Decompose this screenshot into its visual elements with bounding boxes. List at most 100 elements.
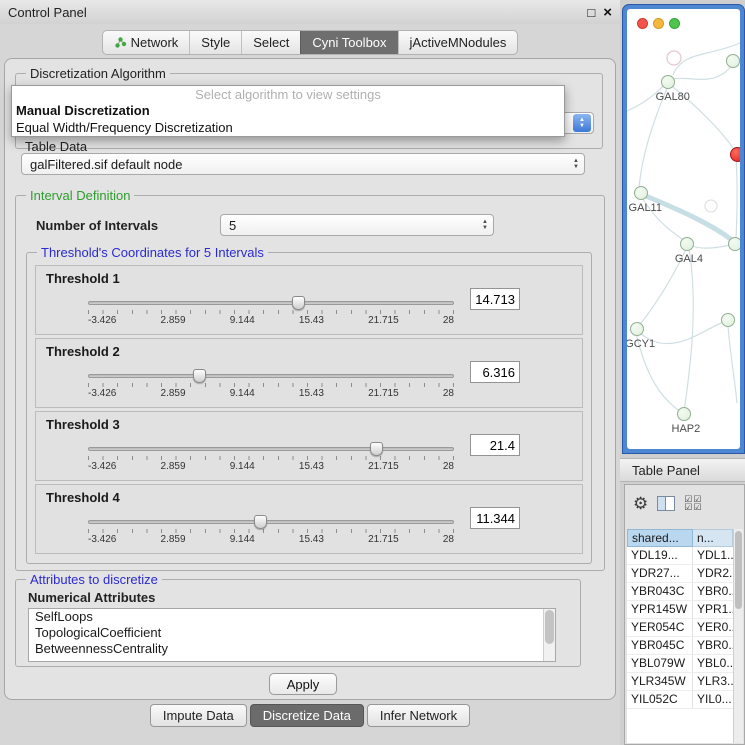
tab-cyni-toolbox[interactable]: Cyni Toolbox	[300, 31, 397, 54]
slider-scale: -3.4262.8599.14415.4321.71528	[88, 461, 454, 472]
table-header-row: shared... n...	[627, 529, 733, 547]
numerical-attributes-list[interactable]: SelfLoops TopologicalCoefficient Between…	[28, 608, 556, 662]
combo-stepper-icon[interactable]: ▲ ▼	[573, 114, 591, 132]
table-row[interactable]: YDL19...YDL1...	[627, 547, 733, 565]
group-title: Discretization Algorithm	[26, 66, 170, 81]
table-scrollbar[interactable]	[733, 529, 743, 743]
slider-ticks	[88, 383, 454, 387]
table-row[interactable]: YLR345WYLR3...	[627, 673, 733, 691]
column-header-name[interactable]: n...	[693, 529, 733, 547]
table-row[interactable]: YBL079WYBL0...	[627, 655, 733, 673]
close-panel-icon[interactable]: ×	[603, 4, 612, 21]
slider-thumb[interactable]	[370, 442, 383, 456]
number-of-intervals-combo[interactable]: 5 ▲ ▼	[220, 214, 494, 236]
threshold-3-slider[interactable]	[88, 447, 454, 451]
tab-impute-data[interactable]: Impute Data	[150, 704, 247, 727]
network-node[interactable]	[677, 407, 691, 421]
table-panel-title: Table Panel	[632, 463, 700, 478]
tab-select[interactable]: Select	[241, 31, 300, 54]
interval-definition-group: Interval Definition Number of Intervals …	[15, 195, 605, 571]
group-title: Attributes to discretize	[26, 572, 162, 587]
threshold-2-panel: Threshold 2 -3.4262.8599.14415.4321.7152…	[35, 338, 583, 408]
column-header-shared-name[interactable]: shared...	[627, 529, 693, 547]
attributes-to-discretize-group: Attributes to discretize Numerical Attri…	[15, 579, 581, 667]
window-traffic-lights	[637, 18, 680, 29]
thresholds-group: Threshold's Coordinates for 5 Intervals …	[26, 252, 592, 564]
dropdown-option-equal-width-frequency[interactable]: Equal Width/Frequency Discretization	[12, 119, 564, 136]
threshold-4-panel: Threshold 4 -3.4262.8599.14415.4321.7152…	[35, 484, 583, 554]
threshold-4-slider[interactable]	[88, 520, 454, 524]
threshold-label: Threshold 2	[46, 344, 120, 359]
threshold-1-value-field[interactable]	[470, 288, 520, 310]
gear-icon[interactable]: ⚙	[633, 495, 648, 512]
network-node-label: GAL80	[656, 91, 690, 103]
group-title: Threshold's Coordinates for 5 Intervals	[37, 245, 268, 260]
slider-ticks	[88, 529, 454, 533]
columns-icon[interactable]	[657, 496, 675, 511]
table-row[interactable]: YER054CYER0...	[627, 619, 733, 637]
list-item[interactable]: BetweennessCentrality	[29, 641, 555, 657]
list-item[interactable]: SelfLoops	[29, 609, 555, 625]
slider-ticks	[88, 310, 454, 314]
network-node[interactable]	[661, 75, 675, 89]
threshold-4-value-field[interactable]	[470, 507, 520, 529]
apply-button[interactable]: Apply	[269, 673, 337, 695]
minimize-window-icon[interactable]	[653, 18, 664, 29]
close-window-icon[interactable]	[637, 18, 648, 29]
threshold-2-slider[interactable]	[88, 374, 454, 378]
scrollbar-thumb[interactable]	[735, 531, 742, 609]
network-node[interactable]	[680, 237, 694, 251]
combo-stepper-icon[interactable]: ▲ ▼	[477, 215, 493, 235]
zoom-window-icon[interactable]	[669, 18, 680, 29]
combo-stepper-icon[interactable]: ▲ ▼	[568, 154, 584, 174]
network-canvas[interactable]: GAL80GAL11GAL4GCY1HAP2	[627, 9, 740, 449]
network-node-label: GCY1	[627, 338, 655, 350]
table-row[interactable]: YBR045CYBR0...	[627, 637, 733, 655]
network-node[interactable]	[721, 313, 735, 327]
screenshot-root: Control Panel □ × Network Sty	[0, 0, 745, 745]
threshold-1-panel: Threshold 1 -3.4262.8599.14415.4321.7152…	[35, 265, 583, 335]
tab-infer-network[interactable]: Infer Network	[367, 704, 470, 727]
table-panel-header[interactable]: Table Panel	[620, 458, 745, 482]
network-node-label: GAL11	[629, 202, 662, 214]
table-toolbar: ⚙ ☑ ☑ ☑ ☑	[625, 485, 744, 521]
threshold-label: Threshold 3	[46, 417, 120, 432]
network-node[interactable]	[634, 186, 648, 200]
algorithm-dropdown-popup: Select algorithm to view settings Manual…	[11, 85, 565, 137]
scrollbar-thumb[interactable]	[545, 610, 554, 644]
tab-style[interactable]: Style	[189, 31, 241, 54]
highlighted-network-node[interactable]	[730, 147, 740, 162]
table-row[interactable]: YPR145WYPR1...	[627, 601, 733, 619]
network-node[interactable]	[726, 54, 740, 68]
float-panel-icon[interactable]: □	[587, 5, 595, 20]
table-row[interactable]: YIL052CYIL0...	[627, 691, 733, 709]
threshold-label: Threshold 1	[46, 271, 120, 286]
top-tab-bar: Network Style Select Cyni Toolbox jActiv…	[0, 30, 620, 55]
threshold-1-slider[interactable]	[88, 301, 454, 305]
tab-label: Network	[131, 35, 179, 50]
numerical-attributes-label: Numerical Attributes	[28, 590, 155, 605]
network-node[interactable]	[728, 237, 740, 251]
table-row[interactable]: YDR27...YDR2...	[627, 565, 733, 583]
list-scrollbar[interactable]	[543, 609, 555, 661]
number-of-intervals-label: Number of Intervals	[36, 218, 158, 233]
dropdown-option-manual-discretization[interactable]: Manual Discretization	[12, 102, 564, 119]
slider-thumb[interactable]	[193, 369, 206, 383]
control-panel: Control Panel □ × Network Sty	[0, 0, 620, 745]
table-row[interactable]: YBR043CYBR0...	[627, 583, 733, 601]
slider-scale: -3.4262.8599.14415.4321.71528	[88, 315, 454, 326]
slider-thumb[interactable]	[292, 296, 305, 310]
select-attributes-checkboxes-icon[interactable]: ☑ ☑ ☑ ☑	[684, 495, 701, 511]
slider-thumb[interactable]	[254, 515, 267, 529]
list-item[interactable]: TopologicalCoefficient	[29, 625, 555, 641]
tab-jactivemnodules[interactable]: jActiveMNodules	[398, 31, 518, 54]
network-node[interactable]	[630, 322, 644, 336]
tab-network[interactable]: Network	[103, 31, 190, 54]
threshold-2-value-field[interactable]	[470, 361, 520, 383]
table-data-combo[interactable]: galFiltered.sif default node ▲ ▼	[21, 153, 585, 175]
threshold-3-value-field[interactable]	[470, 434, 520, 456]
tab-discretize-data[interactable]: Discretize Data	[250, 704, 364, 727]
slider-scale: -3.4262.8599.14415.4321.71528	[88, 388, 454, 399]
network-canvas-nodes: GAL80GAL11GAL4GCY1HAP2	[627, 31, 740, 449]
panel-title: Control Panel	[8, 5, 87, 20]
